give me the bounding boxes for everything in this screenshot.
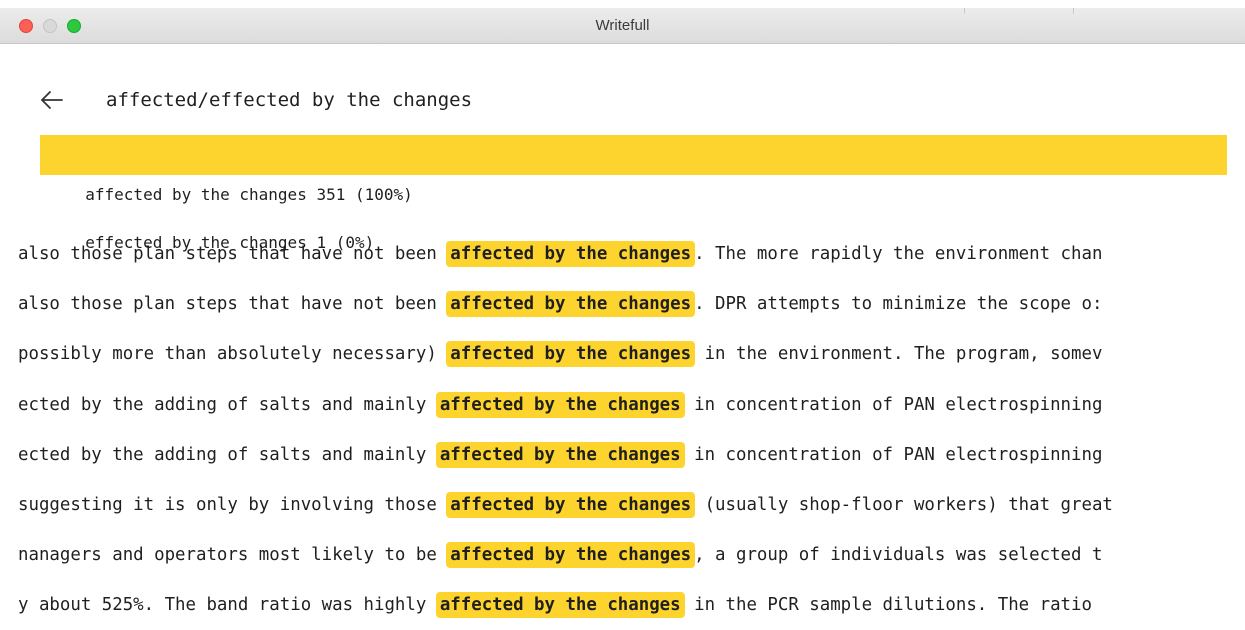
example-before: ected by the adding of salts and mainly bbox=[18, 394, 437, 415]
option-effected[interactable]: effected by the changes 1 (0%) bbox=[40, 183, 1227, 252]
example-after: in concentration of PAN electrospinning bbox=[683, 444, 1103, 465]
example-before: y about 525%. The band ratio was highly bbox=[18, 595, 437, 616]
example-after: in concentration of PAN electrospinning bbox=[683, 394, 1103, 415]
example-after: . The more rapidly the environment chan bbox=[694, 244, 1103, 264]
example-after: in the environment. The program, somev bbox=[694, 344, 1103, 365]
example-row: suggesting it is only by involving those… bbox=[0, 485, 1231, 535]
example-row: ected by the adding of salts and mainly … bbox=[0, 435, 1231, 485]
window-title: Writefull bbox=[595, 17, 650, 34]
example-before: nanagers and operators most likely to be bbox=[18, 545, 448, 566]
example-after: , a group of individuals was selected t bbox=[694, 545, 1103, 566]
example-row: also those plan steps that have not been… bbox=[0, 234, 1231, 284]
example-after: in the PCR sample dilutions. The ratio bbox=[683, 595, 1092, 616]
option-affected[interactable]: affected by the changes 351 (100%) bbox=[40, 135, 1227, 204]
left-arrow-icon bbox=[41, 91, 63, 109]
example-match: affected by the changes bbox=[446, 491, 696, 518]
example-match: affected by the changes bbox=[446, 542, 696, 569]
example-match: affected by the changes bbox=[435, 592, 685, 619]
example-row: nanagers and operators most likely to be… bbox=[0, 535, 1231, 585]
example-before: suggesting it is only by involving those bbox=[18, 494, 448, 515]
example-match: affected by the changes bbox=[446, 291, 696, 318]
example-match: affected by the changes bbox=[446, 241, 696, 267]
example-before: ected by the adding of salts and mainly bbox=[18, 444, 437, 465]
back-button[interactable] bbox=[38, 86, 68, 114]
example-before: possibly more than absolutely necessary) bbox=[18, 344, 448, 365]
example-match: affected by the changes bbox=[435, 441, 685, 468]
example-before: also those plan steps that have not been bbox=[18, 294, 448, 315]
example-after: . DPR attempts to minimize the scope o: bbox=[694, 294, 1103, 315]
search-query: affected/effected by the changes bbox=[106, 89, 473, 111]
example-after: (usually shop-floor workers) that great bbox=[694, 494, 1113, 515]
example-match: affected by the changes bbox=[435, 391, 685, 418]
example-match: affected by the changes bbox=[446, 341, 696, 368]
example-before: also those plan steps that have not been bbox=[18, 244, 448, 264]
example-list: also those plan steps that have not been… bbox=[0, 234, 1245, 630]
example-row: possibly more than absolutely necessary)… bbox=[0, 334, 1231, 384]
title-bar: Writefull bbox=[0, 8, 1245, 44]
example-row: ected by the adding of salts and mainly … bbox=[0, 385, 1231, 435]
example-row: also those plan steps that have not been… bbox=[0, 284, 1231, 334]
example-row: y about 525%. The band ratio was highly … bbox=[0, 585, 1231, 630]
